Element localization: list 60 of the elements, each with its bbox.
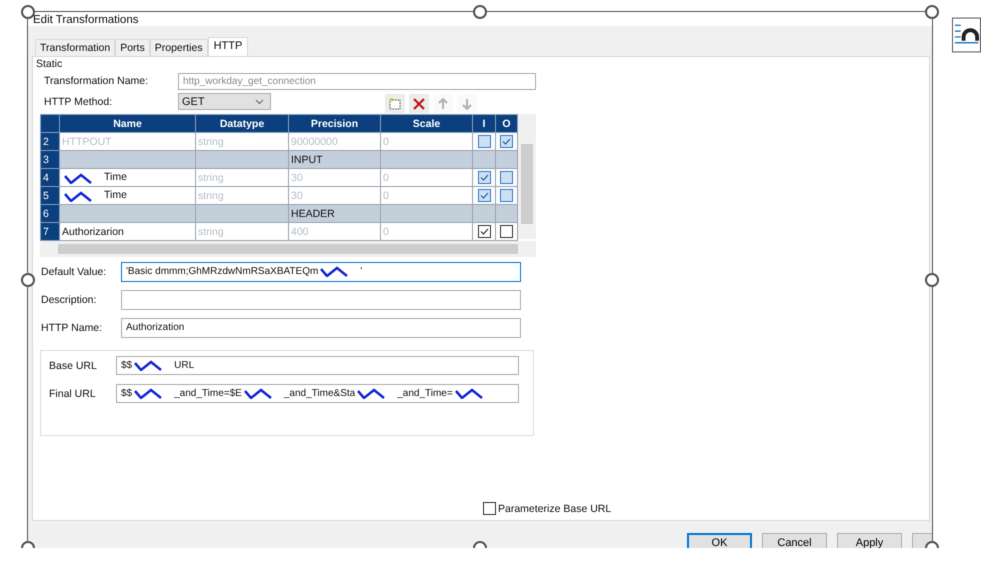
table-cell: 30 [288, 168, 380, 186]
tab[interactable]: Transformation [35, 39, 116, 56]
resize-handle[interactable] [925, 273, 939, 287]
checkbox[interactable] [478, 225, 490, 238]
field-label: Default Value: [40, 266, 108, 278]
resize-handle[interactable] [21, 5, 35, 19]
row-number: 6 [40, 204, 60, 222]
field-label: Base URL [48, 360, 98, 372]
tab[interactable]: Ports [115, 39, 150, 56]
column-header: Precision [288, 114, 380, 132]
column-header: Name [60, 114, 196, 132]
checkbox-label: Parameterize Base URL [498, 502, 612, 514]
text-wrap-icon[interactable] [952, 17, 981, 53]
table-cell: INPUT [288, 150, 380, 168]
table-cell: Time [60, 168, 196, 186]
apply-button[interactable]: Apply [837, 533, 902, 548]
field-label: Description: [40, 294, 98, 306]
cancel-button[interactable]: Cancel [762, 533, 827, 548]
method-dropdown[interactable]: GET [178, 93, 271, 110]
table-cell: 0 [380, 168, 472, 186]
checkbox[interactable] [478, 171, 490, 184]
column-header: Scale [380, 114, 472, 132]
input-field[interactable] [121, 290, 521, 310]
ok-button[interactable]: OK [687, 533, 752, 548]
field-label: Transformation Name: [43, 75, 150, 87]
input-field[interactable]: Authorization [121, 318, 521, 338]
checkbox[interactable] [483, 502, 496, 515]
input-field[interactable]: $$ _and_Time=$E _and_Time&Sta _and_Time= [116, 384, 519, 403]
row-number: 7 [40, 222, 60, 240]
vertical-scrollbar[interactable] [518, 114, 536, 239]
row-number: 4 [40, 168, 60, 186]
checkbox[interactable] [500, 189, 513, 202]
checkbox[interactable] [478, 189, 490, 202]
column-header: Datatype [196, 114, 288, 132]
section-label: Static [36, 58, 64, 70]
table-cell: HEADER [288, 204, 380, 222]
header-cell [40, 114, 60, 132]
field-label: Final URL [48, 388, 97, 400]
table-cell: string [196, 168, 288, 186]
horizontal-scrollbar[interactable] [40, 241, 536, 257]
tab[interactable]: Properties [150, 39, 208, 56]
resize-handle[interactable] [925, 5, 939, 19]
column-header: I [472, 114, 496, 132]
input-field[interactable]: 'Basic dmmm;GhMRzdwNmRSaXBATEQm ' [121, 262, 521, 282]
row-number: 5 [40, 186, 60, 204]
column-header: O [496, 114, 518, 132]
checkbox[interactable] [500, 225, 513, 238]
resize-handle[interactable] [473, 5, 487, 19]
new-row-icon[interactable] [385, 94, 405, 113]
caret-icon [255, 98, 264, 104]
delete-icon[interactable] [409, 94, 429, 113]
checkbox[interactable] [500, 171, 513, 184]
field-label: HTTP Method: [43, 96, 114, 108]
row-number: 2 [40, 132, 60, 150]
window-title: Edit Transformations [33, 14, 138, 26]
tab[interactable]: HTTP [208, 37, 248, 56]
row-number: 3 [40, 150, 60, 168]
resize-handle[interactable] [21, 273, 35, 287]
field-label: HTTP Name: [40, 322, 104, 334]
input-field[interactable]: $$ URL [116, 356, 519, 375]
